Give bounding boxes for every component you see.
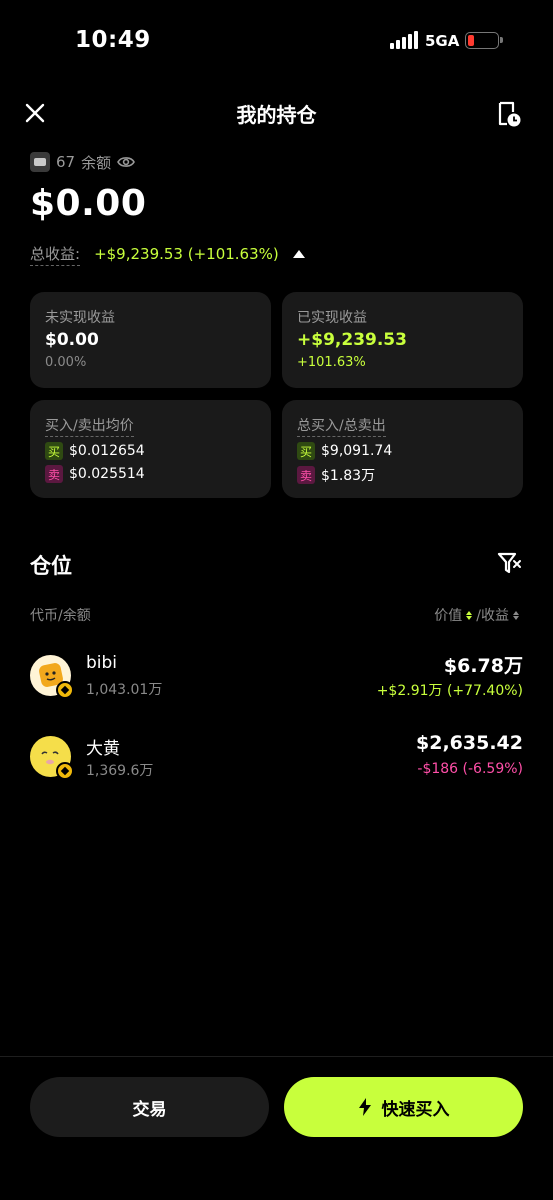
status-time: 10:49 — [75, 27, 151, 53]
token-amount: 1,043.01万 — [86, 682, 163, 698]
status-bar: 10:49 5GA — [0, 0, 553, 80]
totals-card: 总买入/总卖出 买 $9,091.74 卖 $1.83万 — [282, 400, 523, 498]
column-value-pnl: 价值 /收益 — [434, 605, 523, 625]
card-label[interactable]: 买入/卖出均价 — [45, 415, 134, 437]
caret-up-icon[interactable] — [292, 250, 305, 258]
filter-icon[interactable] — [496, 550, 522, 576]
total-pnl-row[interactable]: 总收益: +$9,239.53 (+101.63%) — [30, 242, 305, 266]
card-label: 未实现收益 — [45, 310, 115, 326]
token-value: $6.78万 — [443, 655, 523, 677]
token-name: 大黄 — [86, 739, 120, 759]
sort-pnl-icon[interactable] — [513, 610, 519, 620]
total-sell-line: 卖 $1.83万 — [297, 465, 375, 485]
trade-button[interactable]: 交易 — [30, 1077, 269, 1137]
token-pnl: -$186 (-6.59%) — [417, 761, 523, 777]
avg-buy-line: 买 $0.012654 — [45, 442, 145, 460]
eye-icon[interactable] — [117, 155, 136, 169]
account-count: 67 — [56, 153, 76, 171]
total-buy-value: $9,091.74 — [321, 443, 393, 459]
card-label: 已实现收益 — [297, 310, 367, 326]
sort-by-pnl[interactable]: /收益 — [476, 605, 509, 625]
buy-tag: 买 — [45, 442, 63, 460]
balance-value: $0.00 — [30, 183, 147, 224]
token-pnl: +$2.91万 (+77.40%) — [376, 683, 523, 699]
sell-tag: 卖 — [45, 465, 63, 483]
positions-title: 仓位 — [30, 554, 72, 578]
total-pnl-label: 总收益: — [30, 243, 81, 266]
balance-label: 余额 — [81, 153, 112, 172]
total-sell-value: $1.83万 — [321, 468, 376, 484]
total-pnl-value: +$9,239.53 (+101.63%) — [94, 245, 279, 263]
realized-pnl-card: 已实现收益 +$9,239.53 +101.63% — [282, 292, 523, 388]
signal-icon — [390, 31, 418, 49]
avg-price-card: 买入/卖出均价 买 $0.012654 卖 $0.025514 — [30, 400, 271, 498]
buy-tag: 买 — [297, 442, 315, 460]
realized-pnl-value: +$9,239.53 — [297, 330, 407, 350]
unrealized-pnl-card: 未实现收益 $0.00 0.00% — [30, 292, 271, 388]
avg-sell-line: 卖 $0.025514 — [45, 465, 145, 483]
network-type: 5GA — [425, 32, 460, 50]
realized-pnl-percent: +101.63% — [297, 355, 366, 370]
total-buy-line: 买 $9,091.74 — [297, 442, 392, 460]
token-value: $2,635.42 — [416, 732, 523, 754]
balance-row: 67 余额 — [30, 150, 136, 174]
bnb-chain-badge-icon — [56, 762, 74, 780]
column-token-balance: 代币/余额 — [30, 608, 91, 624]
avg-buy-price: $0.012654 — [69, 443, 145, 459]
bnb-chain-badge-icon — [56, 681, 74, 699]
history-icon[interactable] — [494, 100, 522, 128]
page-title: 我的持仓 — [236, 103, 317, 127]
sort-by-value[interactable]: 价值 — [434, 605, 462, 625]
sell-tag: 卖 — [297, 466, 315, 484]
battery-level — [468, 35, 474, 46]
battery-icon — [465, 32, 503, 49]
quick-buy-button[interactable]: 快速买入 — [284, 1077, 523, 1137]
token-row[interactable]: 大黄 1,369.6万 $2,635.42 -$186 (-6.59%) — [0, 722, 553, 792]
quick-buy-label: 快速买入 — [381, 1099, 450, 1120]
header: 我的持仓 — [0, 90, 553, 135]
card-label[interactable]: 总买入/总卖出 — [297, 415, 386, 437]
bottom-divider — [0, 1056, 553, 1057]
token-name: bibi — [86, 653, 118, 673]
wallet-avatar-icon — [30, 152, 50, 172]
sort-value-icon[interactable] — [466, 610, 473, 620]
token-row[interactable]: bibi 1,043.01万 $6.78万 +$2.91万 (+77.40%) — [0, 641, 553, 711]
trade-button-label: 交易 — [132, 1099, 167, 1120]
unrealized-pnl-value: $0.00 — [45, 330, 99, 350]
bolt-icon — [358, 1098, 371, 1116]
avg-sell-price: $0.025514 — [69, 466, 145, 482]
token-amount: 1,369.6万 — [86, 763, 154, 779]
unrealized-pnl-percent: 0.00% — [45, 355, 87, 370]
